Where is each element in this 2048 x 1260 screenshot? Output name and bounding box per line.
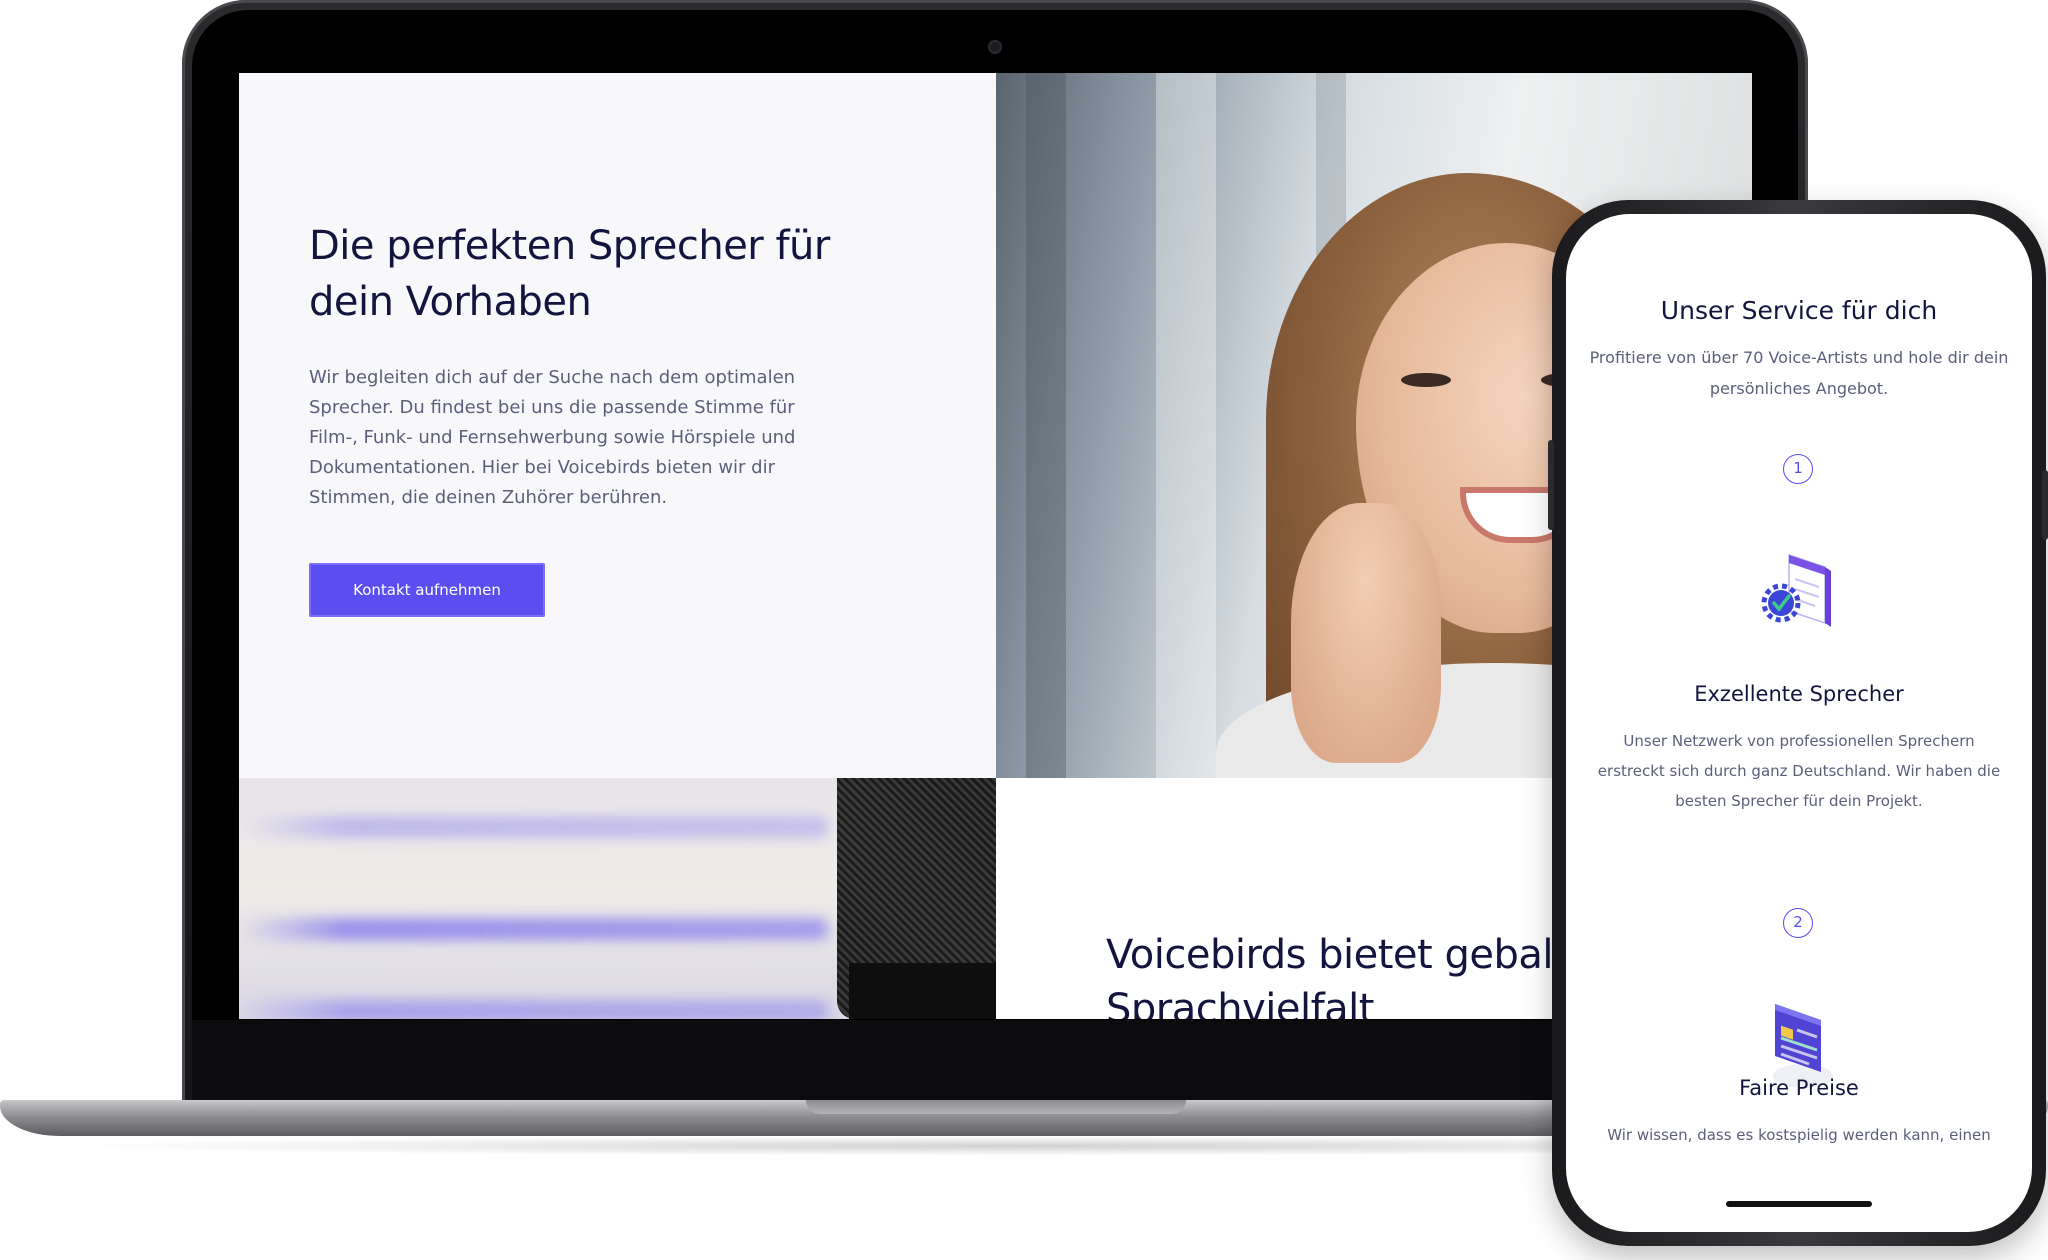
feature-description: Unser Netzwerk von professionellen Sprec…: [1597, 732, 2001, 810]
photo-background-column: [1026, 73, 1066, 778]
laptop-trackpad-notch: [806, 1100, 1186, 1114]
service-subtitle: Profitiere von über 70 Voice-Artists und…: [1589, 348, 2009, 398]
photo-hand: [1291, 503, 1441, 763]
step-badge: 2: [1783, 908, 1813, 938]
contact-button[interactable]: Kontakt aufnehmen: [309, 563, 545, 617]
hero-title: Die perfekten Sprecher für dein Vorhaben: [309, 223, 830, 325]
phone-side-button: [2042, 470, 2048, 540]
microphone-photo: [239, 778, 996, 1019]
phone-service-section: Unser Service für dich Profitiere von üb…: [1566, 214, 2032, 1232]
laptop-screen: Die perfekten Sprecher für dein Vorhaben…: [239, 73, 1752, 1019]
feature-title: Faire Preise: [1739, 1076, 1859, 1100]
webcam-icon: [988, 40, 1002, 54]
blurred-stripe: [239, 816, 829, 838]
service-title: Unser Service für dich: [1660, 296, 1938, 325]
settings-document-icon: [1759, 549, 1839, 644]
phone-screen: Unser Service für dich Profitiere von üb…: [1566, 214, 2032, 1232]
hero-description: Wir begleiten dich auf der Suche nach de…: [309, 367, 796, 508]
home-indicator[interactable]: [1726, 1201, 1872, 1207]
feature-description: Wir wissen, dass es kostspielig werden k…: [1607, 1126, 1991, 1144]
feature-title: Exzellente Sprecher: [1694, 682, 1904, 706]
photo-eye: [1401, 373, 1451, 387]
phone-volume-button: [1548, 440, 1554, 530]
blurred-stripe: [239, 1000, 829, 1019]
step-badge: 1: [1783, 454, 1813, 484]
hero-section: Die perfekten Sprecher für dein Vorhaben…: [239, 73, 996, 778]
microphone-collar: [849, 963, 996, 1019]
photo-background-column: [1156, 73, 1216, 778]
blurred-stripe: [239, 918, 829, 940]
